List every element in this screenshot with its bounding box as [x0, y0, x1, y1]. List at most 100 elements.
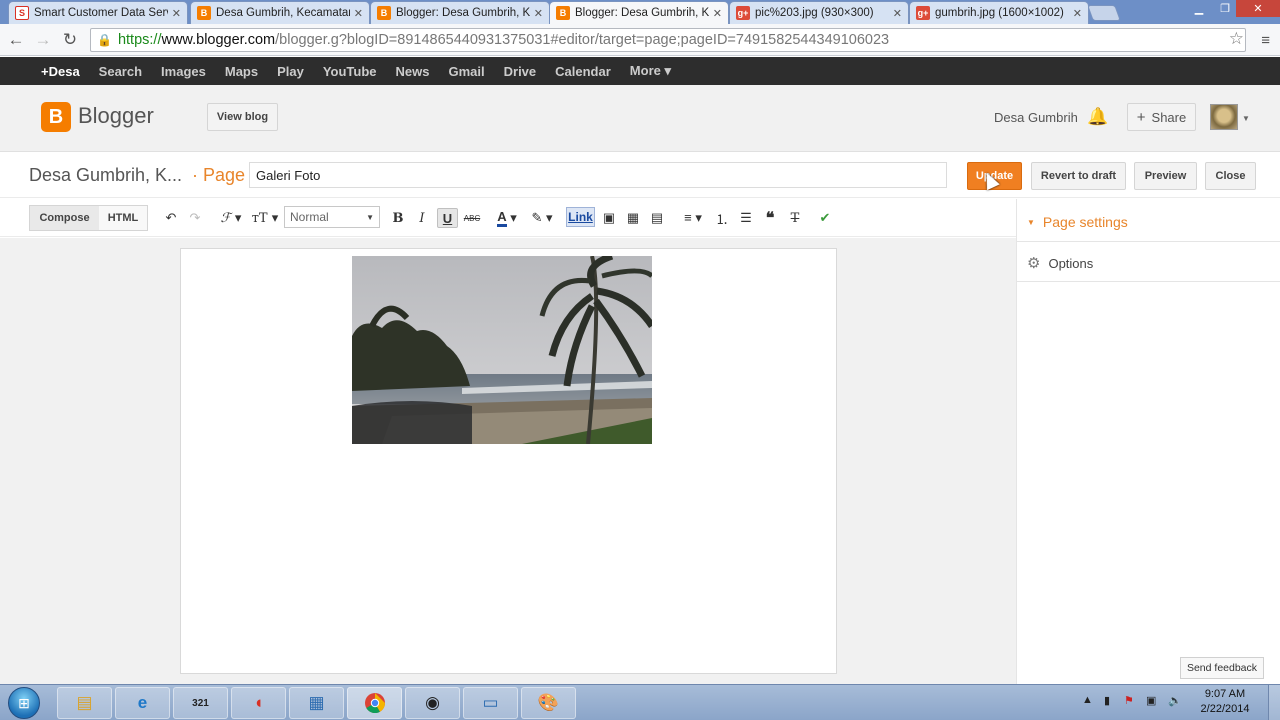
text-color-icon[interactable]: A ▾: [493, 208, 521, 228]
reload-icon[interactable]: ↻: [60, 30, 80, 50]
gbar-item-profile[interactable]: +Desa: [41, 64, 80, 79]
obs-icon[interactable]: ◉: [405, 687, 460, 719]
blog-title[interactable]: Desa Gumbrih, K...: [29, 165, 182, 186]
gbar-item-more[interactable]: More ▾: [630, 63, 671, 79]
page-settings-header[interactable]: ▼ Page settings: [1027, 214, 1128, 230]
bulleted-list-icon[interactable]: ☰: [737, 208, 755, 228]
url-bar[interactable]: 🔒 https://www.blogger.com/blogger.g?blog…: [90, 28, 1246, 52]
bookmark-star-icon[interactable]: ☆: [1229, 29, 1244, 49]
gear-icon: ⚙: [1027, 255, 1041, 272]
gbar-item-images[interactable]: Images: [161, 64, 206, 79]
word-document-icon[interactable]: ▭: [463, 687, 518, 719]
forward-arrow-icon[interactable]: →: [33, 30, 53, 50]
send-feedback-button[interactable]: Send feedback: [1180, 657, 1264, 679]
align-icon[interactable]: ≡ ▾: [679, 208, 707, 228]
app-s-icon[interactable]: ◖: [231, 687, 286, 719]
file-explorer-icon[interactable]: ▤: [57, 687, 112, 719]
internet-explorer-icon[interactable]: e: [115, 687, 170, 719]
media-player-icon[interactable]: 321: [173, 687, 228, 719]
minimize-icon[interactable]: ▁: [1186, 0, 1212, 17]
system-clock[interactable]: 9:07 AM 2/22/2014: [1196, 687, 1254, 717]
gbar-item-calendar[interactable]: Calendar: [555, 64, 611, 79]
beach-photo-svg: [352, 256, 652, 444]
browser-tab-5[interactable]: g+ pic%203.jpg (930×300) ✕: [729, 1, 909, 24]
editor-topbar: Desa Gumbrih, K... · Page Update Revert …: [0, 152, 1280, 198]
flag-icon[interactable]: ⚑: [1124, 694, 1134, 707]
insert-video-icon[interactable]: ▦: [624, 208, 642, 228]
show-desktop-button[interactable]: [1268, 685, 1280, 720]
insert-image-icon[interactable]: ▣: [600, 208, 618, 228]
plus-icon: +: [1136, 108, 1146, 126]
options-item[interactable]: ⚙ Options: [1027, 254, 1093, 272]
windows-start-icon[interactable]: ⊞: [8, 687, 40, 719]
gbar-item-gmail[interactable]: Gmail: [449, 64, 485, 79]
back-arrow-icon[interactable]: ←: [6, 30, 26, 50]
browser-tab-3[interactable]: B Blogger: Desa Gumbrih, K ✕: [370, 1, 550, 24]
window-close-icon[interactable]: ✕: [1236, 0, 1280, 17]
chrome-icon[interactable]: [347, 687, 402, 719]
format-select[interactable]: Normal ▼: [284, 206, 380, 228]
url-host: www.blogger.com: [161, 32, 276, 48]
chevron-down-icon[interactable]: ▼: [1242, 114, 1250, 123]
highlight-color-icon[interactable]: ✎ ▾: [528, 208, 556, 228]
format-select-value: Normal: [290, 210, 329, 224]
gbar-item-maps[interactable]: Maps: [225, 64, 258, 79]
gbar-item-drive[interactable]: Drive: [504, 64, 537, 79]
browser-menu-icon[interactable]: ≡: [1261, 32, 1270, 49]
font-size-icon[interactable]: ᴛT ▾: [251, 208, 279, 228]
tab-close-icon[interactable]: ✕: [354, 7, 363, 20]
tab-close-icon[interactable]: ✕: [893, 7, 902, 20]
paint-icon[interactable]: 🎨: [521, 687, 576, 719]
preview-button[interactable]: Preview: [1134, 162, 1197, 190]
tab-title: Smart Customer Data Serv: [34, 7, 168, 19]
volume-icon[interactable]: 🔈: [1168, 694, 1182, 707]
page-title-input[interactable]: [249, 162, 947, 188]
tab-close-icon[interactable]: ✕: [713, 7, 722, 20]
clock-date: 2/22/2014: [1200, 703, 1250, 715]
new-tab-button[interactable]: [1087, 5, 1121, 21]
italic-icon[interactable]: I: [413, 208, 431, 228]
browser-tab-2[interactable]: B Desa Gumbrih, Kecamatan ✕: [190, 1, 370, 24]
beach-photo-image[interactable]: [352, 256, 652, 444]
revert-to-draft-button[interactable]: Revert to draft: [1031, 162, 1126, 190]
link-button[interactable]: Link: [566, 207, 595, 227]
browser-tab-6[interactable]: g+ gumbrih.jpg (1600×1002) ✕: [909, 1, 1089, 24]
blogger-favicon-icon: B: [556, 6, 570, 20]
avatar[interactable]: [1210, 104, 1238, 130]
blogger-logo-icon[interactable]: B: [41, 102, 71, 132]
blogger-wordmark[interactable]: Blogger: [78, 103, 154, 129]
battery-icon[interactable]: ▮: [1104, 694, 1110, 707]
close-button[interactable]: Close: [1205, 162, 1256, 190]
tab-close-icon[interactable]: ✕: [172, 7, 181, 20]
tab-close-icon[interactable]: ✕: [534, 7, 543, 20]
share-button[interactable]: + Share: [1127, 103, 1196, 131]
network-app-icon[interactable]: ▦: [289, 687, 344, 719]
underline-icon[interactable]: U: [437, 208, 458, 228]
tray-expand-icon[interactable]: ▲: [1082, 694, 1093, 706]
gbar-item-play[interactable]: Play: [277, 64, 304, 79]
font-family-icon[interactable]: ℱ ▾: [217, 208, 245, 228]
html-mode-button[interactable]: HTML: [99, 205, 148, 231]
strikethrough-icon[interactable]: ABC: [463, 208, 481, 228]
gbar-item-youtube[interactable]: YouTube: [323, 64, 377, 79]
view-blog-button[interactable]: View blog: [207, 103, 278, 131]
bold-icon[interactable]: B: [389, 208, 407, 228]
clock-time: 9:07 AM: [1204, 688, 1246, 700]
username[interactable]: Desa Gumbrih: [994, 110, 1078, 125]
undo-icon[interactable]: ↶: [162, 208, 180, 228]
maximize-icon[interactable]: ❐: [1212, 0, 1238, 17]
gbar-item-news[interactable]: News: [396, 64, 430, 79]
spell-check-icon[interactable]: ✔: [816, 208, 834, 228]
notification-bell-icon[interactable]: 🔔: [1087, 107, 1108, 127]
redo-icon[interactable]: ↷: [186, 208, 204, 228]
compose-mode-button[interactable]: Compose: [29, 205, 100, 231]
remove-formatting-icon[interactable]: T: [786, 208, 804, 228]
network-icon[interactable]: ▣: [1146, 694, 1156, 707]
tab-close-icon[interactable]: ✕: [1073, 7, 1082, 20]
numbered-list-icon[interactable]: ⒈: [713, 208, 731, 228]
browser-tab-4-active[interactable]: B Blogger: Desa Gumbrih, K ✕: [549, 1, 729, 24]
browser-tab-1[interactable]: S Smart Customer Data Serv ✕: [8, 1, 188, 24]
gbar-item-search[interactable]: Search: [99, 64, 142, 79]
quote-icon[interactable]: ❝: [761, 208, 779, 228]
insert-jump-break-icon[interactable]: ▤: [648, 208, 666, 228]
